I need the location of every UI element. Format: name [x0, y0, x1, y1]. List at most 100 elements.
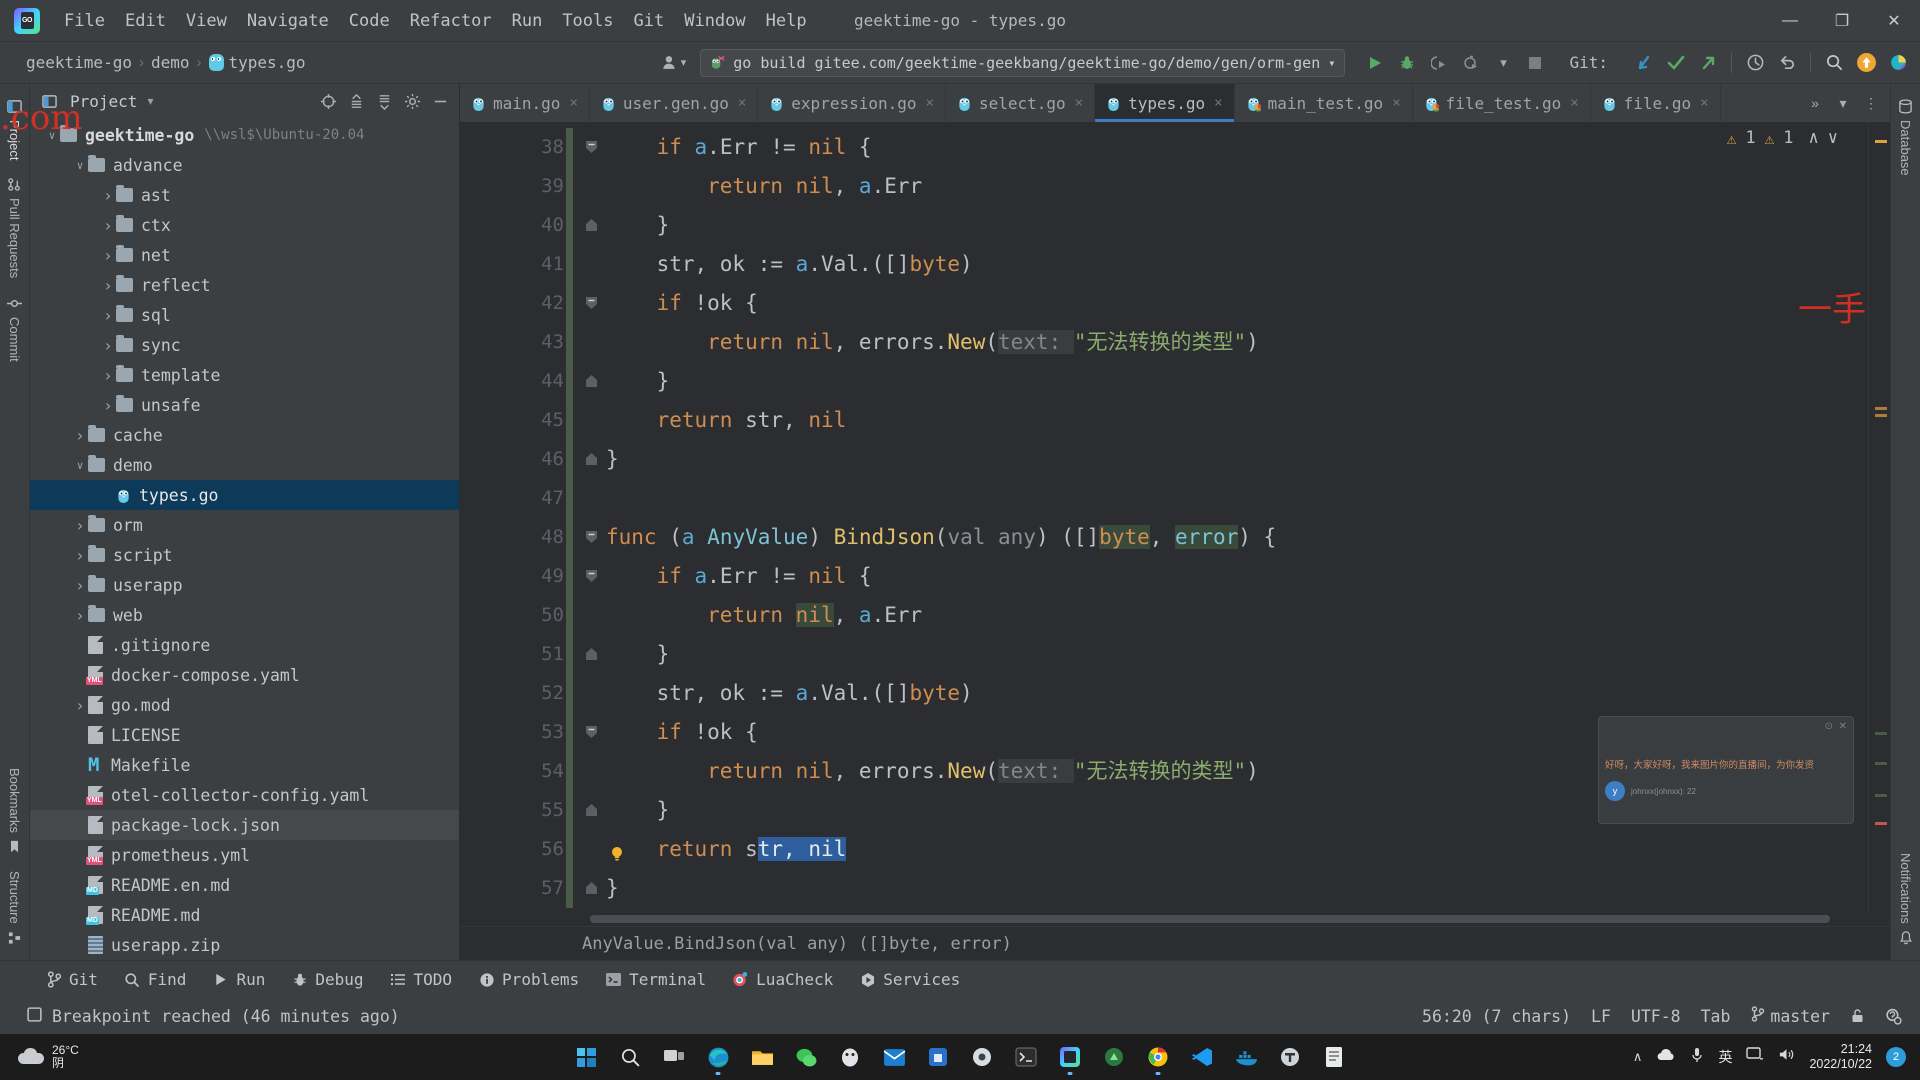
- editor-tab-file_test-go[interactable]: file_test.go ×: [1413, 84, 1591, 122]
- chevron-down-icon[interactable]: ∨: [72, 159, 88, 172]
- tree-node-sync[interactable]: › sync: [30, 330, 459, 360]
- chevron-right-icon[interactable]: ›: [100, 336, 116, 355]
- run-more-chevron-icon[interactable]: ▾: [1489, 49, 1517, 77]
- run-configuration-selector[interactable]: go build gitee.com/geektime-geekbang/gee…: [700, 48, 1346, 77]
- tree-node-license[interactable]: LICENSE: [30, 720, 459, 750]
- menu-item-git[interactable]: Git: [624, 7, 675, 35]
- chevron-right-icon[interactable]: ›: [72, 576, 88, 595]
- horizontal-scrollbar[interactable]: [460, 912, 1890, 926]
- next-problem-icon[interactable]: ∨: [1828, 128, 1838, 148]
- line-number[interactable]: 46: [460, 440, 597, 479]
- tree-node-package-lock.json[interactable]: package-lock.json: [30, 810, 459, 840]
- tabs-options-icon[interactable]: ⋮: [1858, 90, 1884, 116]
- tool-window-button-terminal[interactable]: Terminal: [592, 965, 719, 995]
- code-line[interactable]: str, ok := a.Val.([]byte): [580, 674, 1868, 713]
- code-line[interactable]: str, ok := a.Val.([]byte): [580, 245, 1868, 284]
- code-line[interactable]: if a.Err != nil {: [580, 128, 1868, 167]
- line-number[interactable]: 43: [460, 323, 580, 362]
- search-everywhere-icon[interactable]: [1820, 49, 1848, 77]
- vscode-icon[interactable]: [1182, 1037, 1222, 1077]
- line-number[interactable]: 52: [460, 674, 580, 713]
- tree-node-readme.md[interactable]: MD README.md: [30, 900, 459, 930]
- line-number[interactable]: 45: [460, 401, 580, 440]
- tree-node-ctx[interactable]: › ctx: [30, 210, 459, 240]
- tree-node-reflect[interactable]: › reflect: [30, 270, 459, 300]
- start-button-icon[interactable]: [566, 1037, 606, 1077]
- taskbar-clock[interactable]: 21:24 2022/10/22: [1809, 1042, 1872, 1072]
- line-number[interactable]: 39: [460, 167, 580, 206]
- line-number[interactable]: 47: [460, 479, 580, 518]
- close-icon[interactable]: ×: [1214, 95, 1222, 111]
- tree-node-web[interactable]: › web: [30, 600, 459, 630]
- chevron-right-icon[interactable]: ›: [72, 696, 88, 715]
- tree-node-unsafe[interactable]: › unsafe: [30, 390, 459, 420]
- close-icon[interactable]: ×: [926, 95, 934, 111]
- line-number-gutter[interactable]: 38 39 40 41 42 43 44 45 46 47 48 49 50 51 52 53 54 55 56 57: [460, 122, 622, 912]
- menu-item-view[interactable]: View: [176, 7, 237, 35]
- tool-window-button-run[interactable]: Run: [199, 965, 278, 995]
- tree-node-userapp[interactable]: › userapp: [30, 570, 459, 600]
- read-only-lock-icon[interactable]: [1850, 1008, 1865, 1024]
- line-number[interactable]: 51: [460, 635, 597, 674]
- close-icon[interactable]: ×: [1075, 95, 1083, 111]
- tree-node-orm[interactable]: › orm: [30, 510, 459, 540]
- code-line[interactable]: if !ok {: [580, 284, 1868, 323]
- menu-item-edit[interactable]: Edit: [115, 7, 176, 35]
- chevron-right-icon[interactable]: ›: [100, 396, 116, 415]
- edge-browser-icon[interactable]: [698, 1037, 738, 1077]
- code-line[interactable]: return str, nil: [580, 830, 1868, 869]
- taskbar-weather-widget[interactable]: 26°C 阴: [0, 1044, 79, 1070]
- marker-changed[interactable]: [1875, 732, 1887, 735]
- code-line[interactable]: func (a AnyValue) BindJson(val any) ([]b…: [580, 518, 1868, 557]
- tool-window-button-todo[interactable]: TODO: [377, 965, 466, 995]
- tree-node-script[interactable]: › script: [30, 540, 459, 570]
- breadcrumb-item-demo[interactable]: demo: [147, 51, 194, 74]
- inspection-level-icon[interactable]: [1885, 1008, 1902, 1025]
- close-button[interactable]: ✕: [1868, 0, 1920, 42]
- editor-tab-main-go[interactable]: main.go ×: [460, 84, 590, 122]
- sidebar-item-database[interactable]: Database: [1895, 90, 1916, 184]
- error-stripe-marker-bar[interactable]: [1868, 122, 1890, 912]
- tree-node-readme.en.md[interactable]: MD README.en.md: [30, 870, 459, 900]
- code-editor[interactable]: ⚠ 1 ⚠ 1 ∧ ∨ 一手 38 39 40 41 42 43 44 45 46 47 48 49 5…: [460, 122, 1890, 912]
- onedrive-cloud-icon[interactable]: [1656, 1048, 1676, 1067]
- scrollbar-thumb[interactable]: [590, 915, 1830, 923]
- line-separator-widget[interactable]: LF: [1591, 1007, 1611, 1026]
- close-icon[interactable]: ×: [1570, 95, 1578, 111]
- menu-item-code[interactable]: Code: [339, 7, 400, 35]
- notepad-icon[interactable]: [1314, 1037, 1354, 1077]
- git-update-project-icon[interactable]: [1630, 49, 1658, 77]
- maximize-button[interactable]: ❐: [1816, 0, 1868, 42]
- chevron-right-icon[interactable]: ›: [72, 516, 88, 535]
- line-number[interactable]: 42: [460, 284, 597, 323]
- goland-app-icon[interactable]: [1050, 1037, 1090, 1077]
- tree-node-template[interactable]: › template: [30, 360, 459, 390]
- volume-icon[interactable]: [1778, 1047, 1795, 1067]
- tool-window-button-git[interactable]: Git: [32, 965, 111, 995]
- editor-breadcrumb[interactable]: AnyValue.BindJson(val any) ([]byte, erro…: [460, 926, 1890, 960]
- close-icon[interactable]: ×: [1392, 95, 1400, 111]
- minimize-icon[interactable]: ⊙: [1825, 721, 1833, 732]
- previous-problem-icon[interactable]: ∧: [1809, 128, 1819, 148]
- menu-item-help[interactable]: Help: [756, 7, 817, 35]
- stop-icon[interactable]: [1521, 49, 1549, 77]
- ime-language-icon[interactable]: 英: [1718, 1047, 1732, 1067]
- taskbar-search-icon[interactable]: [610, 1037, 650, 1077]
- hide-panel-icon[interactable]: [427, 88, 453, 114]
- code-line[interactable]: return nil, errors.New(text: "无法转换的类型"): [580, 323, 1868, 362]
- marker-changed[interactable]: [1875, 794, 1887, 797]
- caret-position-widget[interactable]: 56:20 (7 chars): [1422, 1007, 1571, 1026]
- editor-tab-types-go[interactable]: types.go ×: [1095, 84, 1235, 122]
- tree-node-ast[interactable]: › ast: [30, 180, 459, 210]
- code-line[interactable]: }: [580, 362, 1868, 401]
- tree-node-net[interactable]: › net: [30, 240, 459, 270]
- wechat-icon[interactable]: [786, 1037, 826, 1077]
- status-message-area[interactable]: Breakpoint reached (46 minutes ago): [26, 1006, 400, 1027]
- code-line[interactable]: return nil, a.Err: [580, 167, 1868, 206]
- line-number[interactable]: 38: [460, 128, 597, 167]
- chevron-right-icon[interactable]: ›: [72, 606, 88, 625]
- store-icon[interactable]: [918, 1037, 958, 1077]
- microphone-icon[interactable]: [1690, 1047, 1704, 1068]
- collapse-all-icon[interactable]: [371, 88, 397, 114]
- chevron-right-icon[interactable]: ›: [100, 186, 116, 205]
